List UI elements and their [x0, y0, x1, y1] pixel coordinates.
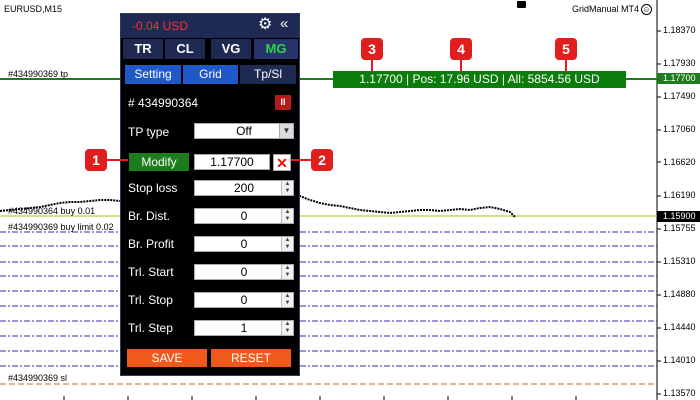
price-tick: 1.17060: [663, 124, 696, 134]
tab-mg[interactable]: MG: [254, 39, 298, 59]
current-price-tag: 1.15900: [657, 211, 700, 222]
tab-cl[interactable]: CL: [165, 39, 205, 59]
tp-line-label: #434990369 tp: [8, 69, 69, 79]
trl-step-label: Trl. Step: [128, 321, 173, 335]
br-dist-stepper[interactable]: 0 ▲ ▼: [194, 208, 294, 224]
trl-start-label: Trl. Start: [128, 265, 174, 279]
price-tick: 1.15755: [663, 223, 696, 233]
pnl-value: -0.04 USD: [132, 19, 189, 33]
stepper-arrows-icon[interactable]: ▲ ▼: [281, 293, 293, 307]
price-tick: 1.17930: [663, 58, 696, 68]
price-tick: 1.17490: [663, 91, 696, 101]
callout-3: 3: [361, 38, 383, 60]
stop-loss-stepper[interactable]: 200 ▲ ▼: [194, 180, 294, 196]
subtab-tpsl[interactable]: Tp/Sl: [240, 65, 296, 84]
price-tick: 1.16620: [663, 157, 696, 167]
tp-type-label: TP type: [128, 125, 170, 139]
sl-line-label: #434990369 sl: [8, 373, 68, 383]
buy-line-label: #434990364 buy 0.01: [8, 206, 96, 216]
callout-1: 1: [85, 149, 107, 171]
price-chart[interactable]: [0, 0, 700, 400]
subtab-setting[interactable]: Setting: [125, 65, 181, 84]
grid-manual-panel: -0.04 USD ⚙ « TR CL VG MG Setting Grid T…: [120, 13, 300, 376]
stop-loss-value: 200: [233, 181, 255, 195]
stepper-arrows-icon[interactable]: ▲ ▼: [281, 321, 293, 335]
br-profit-label: Br. Profit: [128, 237, 175, 251]
trl-step-value: 1: [240, 321, 248, 335]
callout-5: 5: [555, 38, 577, 60]
price-tick: 1.14010: [663, 355, 696, 365]
modify-button[interactable]: Modify: [129, 153, 189, 171]
trl-start-stepper[interactable]: 0 ▲ ▼: [194, 264, 294, 280]
trl-stop-label: Trl. Stop: [128, 293, 173, 307]
stepper-arrows-icon[interactable]: ▲ ▼: [281, 265, 293, 279]
gear-icon[interactable]: ⚙: [258, 17, 272, 33]
symbol-label: EURUSD,M15: [4, 4, 63, 14]
app-name-label: GridManual MT4: [572, 4, 640, 14]
tab-tr[interactable]: TR: [123, 39, 163, 59]
trl-stop-value: 0: [240, 293, 248, 307]
callout-2: 2: [311, 149, 333, 171]
trl-start-value: 0: [240, 265, 248, 279]
chart-scroll-marker[interactable]: [517, 1, 526, 8]
trl-step-stepper[interactable]: 1 ▲ ▼: [194, 320, 294, 336]
stepper-arrows-icon[interactable]: ▲ ▼: [281, 237, 293, 251]
price-tick: 1.13570: [663, 388, 696, 398]
panel-header[interactable]: -0.04 USD ⚙ «: [121, 14, 299, 38]
tp-info-banner[interactable]: 1.17700 | Pos: 17.96 USD | All: 5854.56 …: [333, 71, 626, 88]
price-tick: 1.16190: [663, 190, 696, 200]
close-icon[interactable]: ✕: [273, 154, 291, 171]
br-profit-value: 0: [240, 237, 248, 251]
chevron-down-icon[interactable]: ▼: [279, 124, 293, 138]
br-dist-label: Br. Dist.: [128, 209, 171, 223]
save-button[interactable]: SAVE: [127, 349, 207, 367]
buy-limit-line-label: #434990369 buy limit 0.02: [8, 222, 114, 232]
br-profit-stepper[interactable]: 0 ▲ ▼: [194, 236, 294, 252]
tp-price-field[interactable]: 1.17700: [194, 154, 270, 170]
stepper-arrows-icon[interactable]: ▲ ▼: [281, 181, 293, 195]
subtab-grid[interactable]: Grid: [183, 65, 238, 84]
reset-button[interactable]: RESET: [211, 349, 291, 367]
trl-stop-stepper[interactable]: 0 ▲ ▼: [194, 292, 294, 308]
price-tick: 1.15310: [663, 256, 696, 266]
price-tick: 1.18370: [663, 25, 696, 35]
stepper-arrows-icon[interactable]: ▲ ▼: [281, 209, 293, 223]
price-tick: 1.14880: [663, 289, 696, 299]
stop-loss-label: Stop loss: [128, 181, 178, 195]
price-tick: 1.14440: [663, 322, 696, 332]
smile-icon: ☺: [641, 4, 652, 15]
order-id: # 434990364: [128, 96, 199, 110]
tp-type-value: Off: [236, 124, 252, 138]
collapse-icon[interactable]: «: [280, 16, 288, 32]
callout-4: 4: [450, 38, 472, 60]
tab-vg[interactable]: VG: [211, 39, 251, 59]
tp-type-select[interactable]: Off ▼: [194, 123, 294, 139]
tp-price-tag: 1.17700: [657, 73, 700, 84]
br-dist-value: 0: [240, 209, 248, 223]
pause-icon[interactable]: II: [275, 95, 291, 110]
